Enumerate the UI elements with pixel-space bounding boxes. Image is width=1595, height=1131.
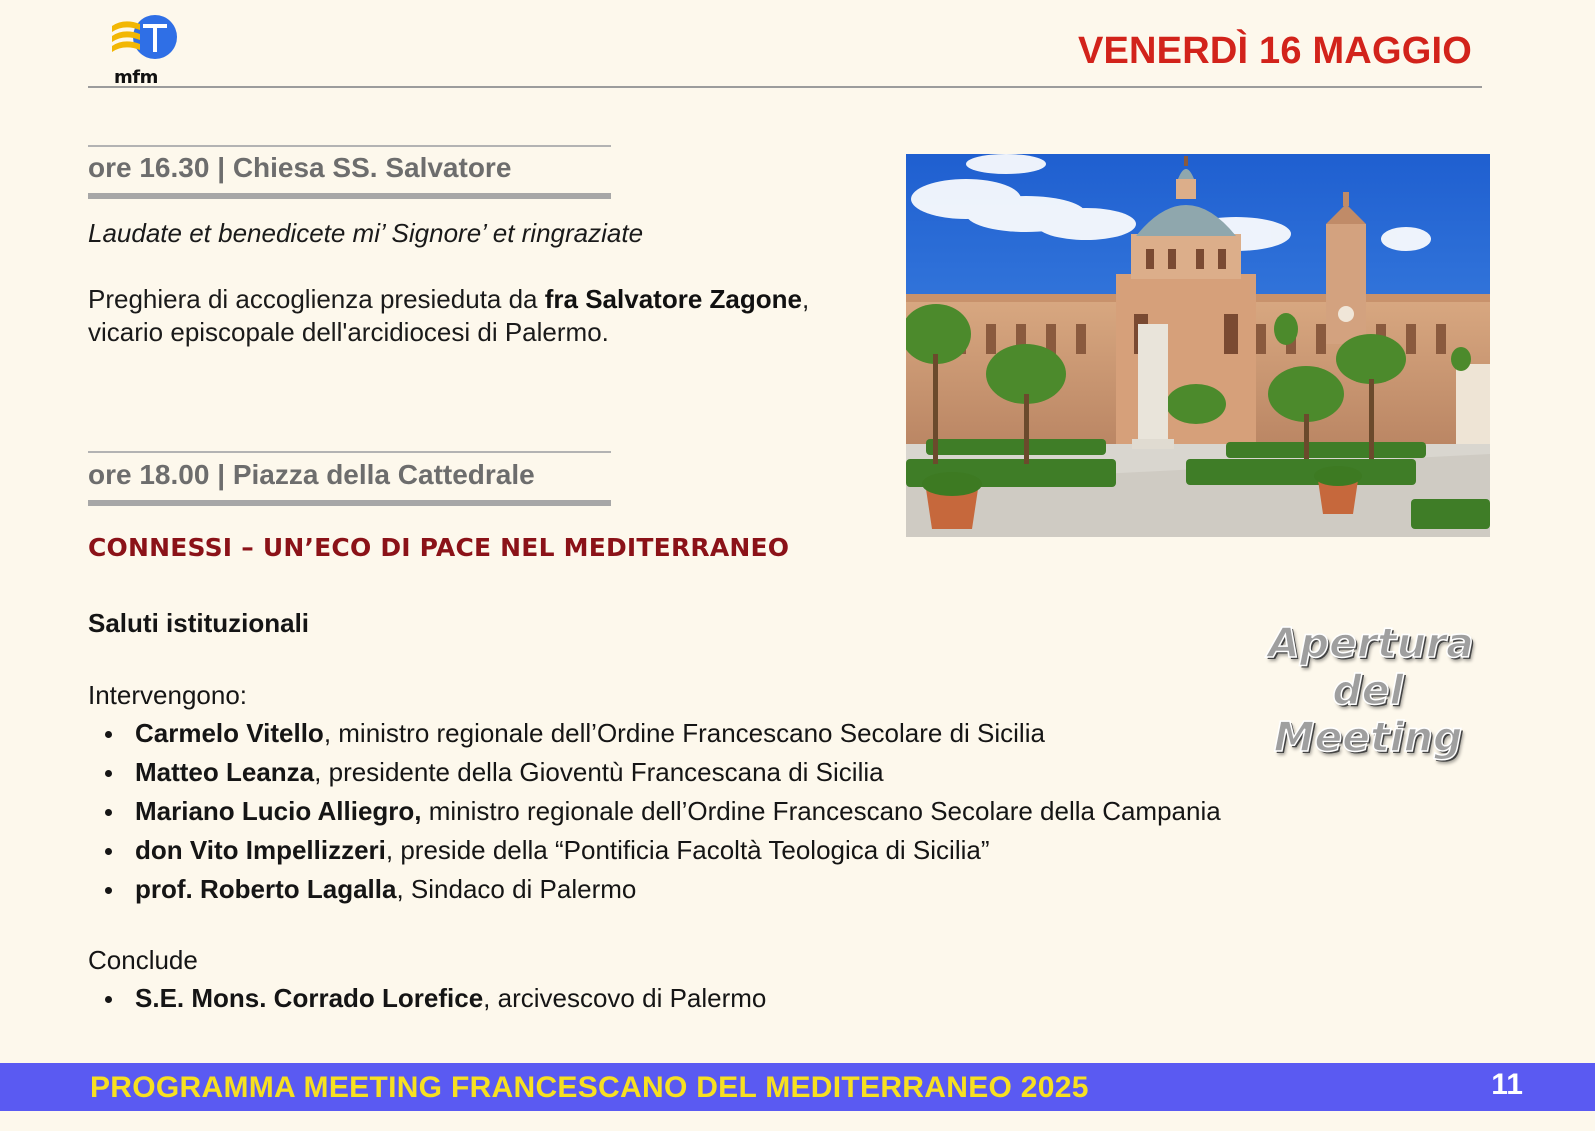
mfm-logo: mfm xyxy=(110,12,180,88)
section2-bottom-rule xyxy=(88,500,611,506)
speakers-label: Intervengono: xyxy=(88,680,248,710)
greetings-heading: Saluti istituzionali xyxy=(88,608,310,638)
list-item: prof. Roberto Lagalla, Sindaco di Palerm… xyxy=(88,870,1221,909)
speaker-name: S.E. Mons. Corrado Lorefice xyxy=(135,983,484,1013)
tau-logo-icon xyxy=(112,15,177,59)
desc-celebrant: fra Salvatore Zagone xyxy=(544,284,802,314)
footer-program-title: PROGRAMMA MEETING FRANCESCANO DEL MEDITE… xyxy=(90,1071,1089,1104)
palermo-cathedral-image xyxy=(906,154,1490,537)
date-title: VENERDÌ 16 MAGGIO xyxy=(1077,30,1472,72)
list-item: don Vito Impellizzeri, preside della “Po… xyxy=(88,831,1221,870)
apertura-badge: Apertura del Meeting xyxy=(1267,619,1474,762)
speaker-name: Carmelo Vitello xyxy=(135,718,324,748)
page-number: 11 xyxy=(1491,1068,1523,1101)
badge-line1: Apertura xyxy=(1267,619,1474,668)
list-item: Carmelo Vitello, ministro regionale dell… xyxy=(88,714,1221,753)
closing-list: S.E. Mons. Corrado Lorefice, arcivescovo… xyxy=(88,979,766,1018)
section1-description: Preghiera di accoglienza presieduta da f… xyxy=(88,283,888,349)
speaker-role: , ministro regionale dell’Ordine Frances… xyxy=(323,718,1045,748)
speaker-role: , preside della “Pontificia Facoltà Teol… xyxy=(385,835,990,865)
list-item: S.E. Mons. Corrado Lorefice, arcivescovo… xyxy=(88,979,766,1018)
footer-base xyxy=(0,1111,1595,1131)
speaker-role: , arcivescovo di Palermo xyxy=(483,983,767,1013)
section1-top-rule xyxy=(88,145,611,147)
speakers-list: Carmelo Vitello, ministro regionale dell… xyxy=(88,714,1221,909)
desc-line2: vicario episcopale dell'arcidiocesi di P… xyxy=(88,317,609,347)
logo-wordmark: mfm xyxy=(114,67,158,88)
event-title: CONNESSI – UN’ECO DI PACE NEL MEDITERRAN… xyxy=(88,533,790,562)
speaker-role: ministro regionale dell’Ordine Francesca… xyxy=(421,796,1221,826)
speaker-name: Matteo Leanza xyxy=(135,757,315,787)
badge-line2: del xyxy=(1332,666,1405,715)
speaker-role: , Sindaco di Palermo xyxy=(396,874,637,904)
section1-time-place: ore 16.30 | Chiesa SS. Salvatore xyxy=(88,152,512,183)
cathedral-photo xyxy=(906,154,1490,537)
section2-top-rule xyxy=(88,451,611,453)
speaker-name: prof. Roberto Lagalla xyxy=(135,874,397,904)
desc-comma: , xyxy=(801,284,810,314)
header-divider xyxy=(88,86,1482,88)
section2-time-place: ore 18.00 | Piazza della Cattedrale xyxy=(88,459,535,490)
list-item: Matteo Leanza, presidente della Gioventù… xyxy=(88,753,1221,792)
section1-italic-title: Laudate et benedicete mi’ Signore’ et ri… xyxy=(88,218,644,248)
badge-line3: Meeting xyxy=(1273,713,1463,762)
speaker-name: don Vito Impellizzeri xyxy=(135,835,386,865)
speaker-name: Mariano Lucio Alliegro, xyxy=(135,796,422,826)
desc-text: Preghiera di accoglienza presieduta da xyxy=(88,284,545,314)
section1-bottom-rule xyxy=(88,193,611,199)
closing-label: Conclude xyxy=(88,945,198,975)
list-item: Mariano Lucio Alliegro, ministro regiona… xyxy=(88,792,1221,831)
speaker-role: , presidente della Gioventù Francescana … xyxy=(314,757,884,787)
footer-bar: PROGRAMMA MEETING FRANCESCANO DEL MEDITE… xyxy=(0,1063,1595,1111)
